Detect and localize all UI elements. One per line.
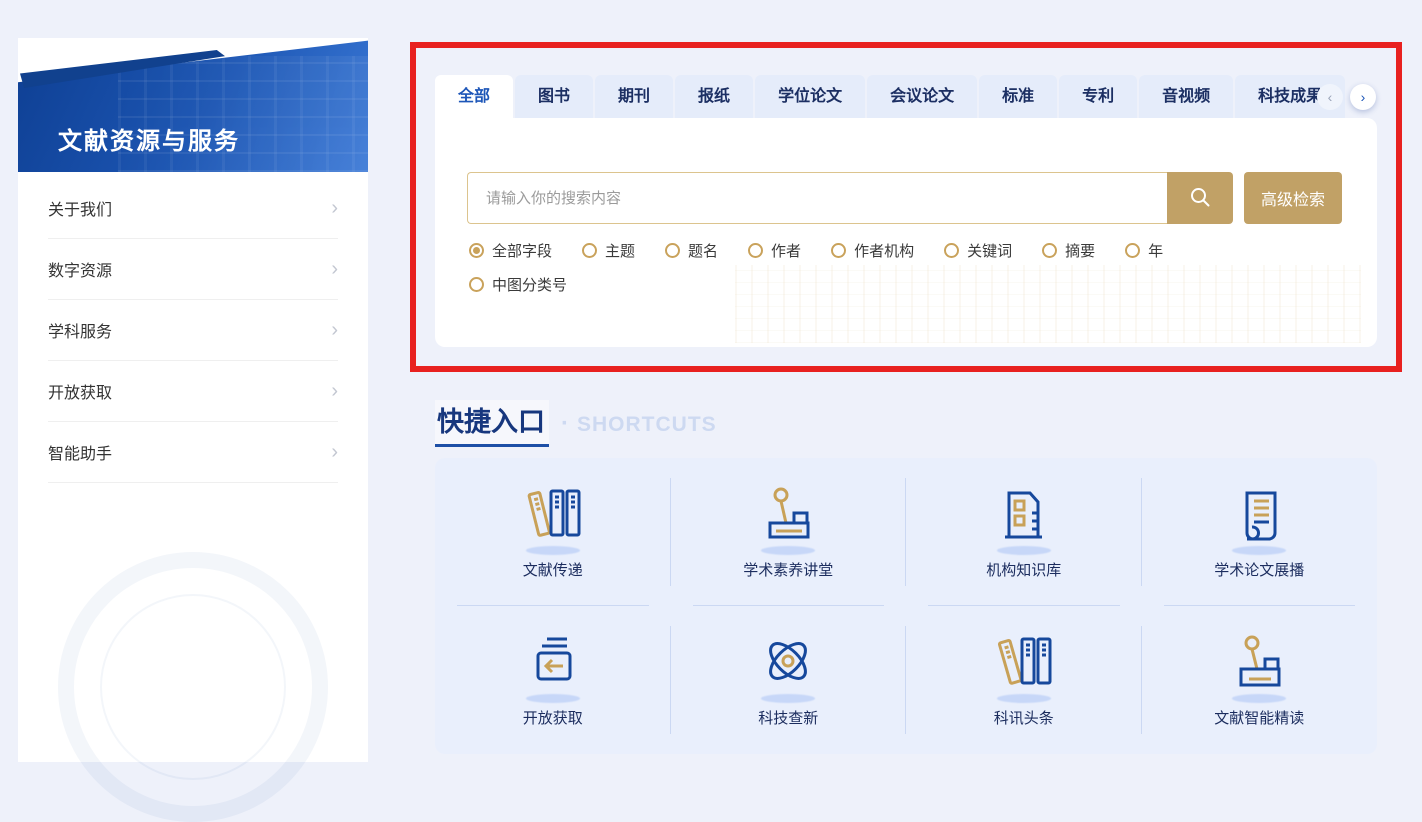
tab-conference-papers[interactable]: 会议论文 <box>867 75 977 118</box>
icon-shadow <box>526 694 580 703</box>
tabs-prev-button[interactable] <box>1317 84 1343 110</box>
radio-keywords[interactable]: 关键词 <box>944 240 1012 261</box>
shortcuts-panel: 文献传递 学术素养讲堂 <box>435 458 1377 754</box>
radio-icon <box>665 243 680 258</box>
chevron-right-icon <box>331 320 338 340</box>
icon-shadow <box>997 694 1051 703</box>
sidebar-item-label: 学科服务 <box>48 318 112 342</box>
news-books-icon <box>992 633 1056 691</box>
radio-icon <box>469 277 484 292</box>
shortcut-institutional-repository[interactable]: 机构知识库 <box>906 458 1142 606</box>
shortcut-academic-paper-showcase[interactable]: 学术论文展播 <box>1142 458 1378 606</box>
shortcut-sci-tech-news[interactable]: 科讯头条 <box>906 606 1142 754</box>
sidebar: 文献资源与服务 关于我们 数字资源 学科服务 开放获取 智能助手 <box>18 38 368 762</box>
shortcut-label: 开放获取 <box>523 707 583 728</box>
shortcut-academic-literacy-lectures[interactable]: 学术素养讲堂 <box>671 458 907 606</box>
radio-clc-number[interactable]: 中图分类号 <box>469 274 567 295</box>
tab-all[interactable]: 全部 <box>435 75 513 118</box>
sidebar-title: 文献资源与服务 <box>58 121 240 156</box>
radio-icon <box>831 243 846 258</box>
tab-books[interactable]: 图书 <box>515 75 593 118</box>
radio-icon <box>469 243 484 258</box>
chevron-right-icon <box>331 198 338 218</box>
radio-title[interactable]: 题名 <box>665 240 718 261</box>
search-field-options: 全部字段 主题 题名 作者 作者机构 <box>469 240 1249 308</box>
shortcuts-title: 快捷入口 <box>435 400 549 447</box>
shortcuts-subtitle: SHORTCUTS <box>577 413 717 437</box>
radio-icon <box>1042 243 1057 258</box>
books-icon <box>521 485 585 543</box>
paper-scroll-icon <box>1227 485 1291 543</box>
shortcut-label: 机构知识库 <box>986 559 1061 580</box>
field-row-2: 中图分类号 <box>469 274 1249 295</box>
sidebar-item-label: 关于我们 <box>48 196 112 220</box>
atom-icon <box>756 633 820 691</box>
sidebar-item-ai-assistant[interactable]: 智能助手 <box>48 422 338 483</box>
search-button[interactable] <box>1167 172 1233 224</box>
sidebar-item-open-access[interactable]: 开放获取 <box>48 361 338 422</box>
search-row: 高级检索 <box>467 172 1342 224</box>
shortcut-label: 学术素养讲堂 <box>743 559 833 580</box>
icon-shadow <box>761 546 815 555</box>
sidebar-item-label: 数字资源 <box>48 257 112 281</box>
sidebar-item-about-us[interactable]: 关于我们 <box>48 178 338 239</box>
tabs-pager <box>1317 84 1376 110</box>
icon-shadow <box>1232 694 1286 703</box>
search-section-annotation-box: 全部 图书 期刊 报纸 学位论文 会议论文 标准 专利 音视频 科技成果 高 <box>410 42 1402 372</box>
radio-subject[interactable]: 主题 <box>582 240 635 261</box>
shortcut-intelligent-reading[interactable]: 文献智能精读 <box>1142 606 1378 754</box>
tab-journals[interactable]: 期刊 <box>595 75 673 118</box>
magnifier-icon <box>1188 185 1212 212</box>
dot-separator: · <box>561 410 569 438</box>
shortcut-label: 科技查新 <box>758 707 818 728</box>
radio-icon <box>748 243 763 258</box>
sidebar-item-digital-resources[interactable]: 数字资源 <box>48 239 338 300</box>
shortcut-label: 学术论文展播 <box>1214 559 1304 580</box>
icon-shadow <box>526 546 580 555</box>
advanced-search-button[interactable]: 高级检索 <box>1244 172 1342 224</box>
shortcut-sci-tech-novelty-search[interactable]: 科技查新 <box>671 606 907 754</box>
radio-icon <box>1125 243 1140 258</box>
tab-audio-video[interactable]: 音视频 <box>1139 75 1233 118</box>
radio-icon <box>944 243 959 258</box>
chevron-right-icon <box>331 381 338 401</box>
tabs-next-button[interactable] <box>1350 84 1376 110</box>
radio-year[interactable]: 年 <box>1125 240 1163 261</box>
shortcut-label: 科讯头条 <box>994 707 1054 728</box>
shortcut-label: 文献传递 <box>523 559 583 580</box>
open-access-icon <box>521 633 585 691</box>
radio-all-fields[interactable]: 全部字段 <box>469 240 552 261</box>
shortcut-label: 文献智能精读 <box>1214 707 1304 728</box>
shortcut-open-access[interactable]: 开放获取 <box>435 606 671 754</box>
smart-lectern-icon <box>1227 633 1291 691</box>
icon-shadow <box>997 546 1051 555</box>
radio-abstract[interactable]: 摘要 <box>1042 240 1095 261</box>
radio-icon <box>582 243 597 258</box>
tab-theses[interactable]: 学位论文 <box>755 75 865 118</box>
radio-author[interactable]: 作者 <box>748 240 801 261</box>
repository-building-icon <box>992 485 1056 543</box>
shortcut-document-delivery[interactable]: 文献传递 <box>435 458 671 606</box>
shortcuts-heading: 快捷入口 · SHORTCUTS <box>435 400 717 447</box>
resource-type-tabs: 全部 图书 期刊 报纸 学位论文 会议论文 标准 专利 音视频 科技成果 <box>435 75 1345 118</box>
chevron-right-icon <box>331 442 338 462</box>
lectern-icon <box>756 485 820 543</box>
sidebar-item-subject-services[interactable]: 学科服务 <box>48 300 338 361</box>
tab-newspapers[interactable]: 报纸 <box>675 75 753 118</box>
icon-shadow <box>1232 546 1286 555</box>
icon-shadow <box>761 694 815 703</box>
tab-standards[interactable]: 标准 <box>979 75 1057 118</box>
sidebar-header: 文献资源与服务 <box>18 38 368 172</box>
field-row-1: 全部字段 主题 题名 作者 作者机构 <box>469 240 1249 261</box>
search-input[interactable] <box>467 172 1167 224</box>
watermark-seal <box>58 552 328 822</box>
tab-patents[interactable]: 专利 <box>1059 75 1137 118</box>
search-panel: 高级检索 全部字段 主题 题名 作者 <box>435 118 1377 347</box>
sidebar-menu: 关于我们 数字资源 学科服务 开放获取 智能助手 <box>18 172 368 483</box>
radio-author-affiliation[interactable]: 作者机构 <box>831 240 914 261</box>
chevron-right-icon <box>331 259 338 279</box>
sidebar-item-label: 开放获取 <box>48 379 112 403</box>
sidebar-item-label: 智能助手 <box>48 440 112 464</box>
